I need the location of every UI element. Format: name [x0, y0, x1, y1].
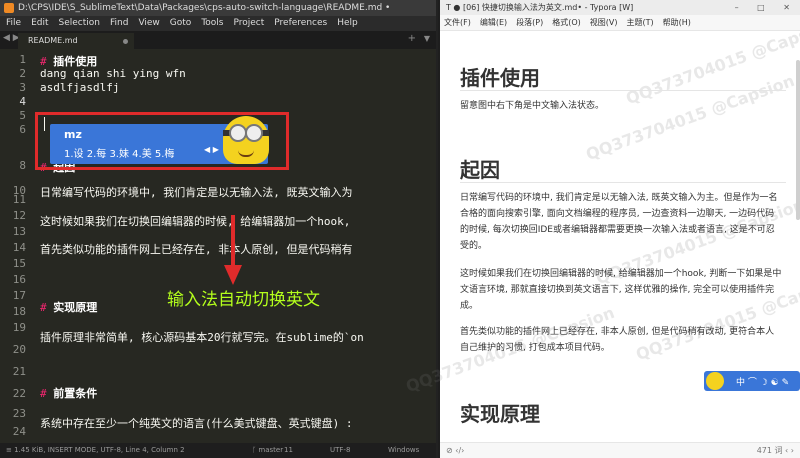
line-number: 14 [12, 241, 26, 254]
typora-status-bar: ⊘ ‹/› 471 词 ‹ › [440, 442, 800, 458]
menu-file[interactable]: File [6, 16, 21, 31]
sublime-title-bar: D:\CPS\IDE\S_SublimeText\Data\Packages\c… [0, 0, 436, 16]
sublime-window-title: D:\CPS\IDE\S_SublimeText\Data\Packages\c… [18, 3, 391, 13]
status-info: ≡ 1.45 KiB, INSERT MODE, UTF-8, Line 4, … [6, 446, 185, 454]
code-line: # 实现原理 [40, 299, 97, 315]
annotation-text: 输入法自动切换英文 [167, 290, 320, 310]
line-number-active: 4 [19, 95, 26, 108]
doc-paragraph: 首先类似功能的插件网上已经存在, 非本人原创, 但是代码稍有改动, 更符合本人自… [460, 327, 775, 353]
code-line: asdlfjasdlfj [40, 81, 120, 94]
heading-marker: # [40, 387, 47, 400]
typora-menu-theme[interactable]: 主题(T) [626, 15, 653, 30]
doc-paragraph: 日常编写代码的环境中, 我们肯定是以无输入法, 既英文输入为主。但是作为一名合格… [460, 193, 778, 251]
line-number: 23 [12, 407, 26, 420]
line-number: 2 [19, 67, 26, 80]
line-number: 24 [12, 425, 26, 438]
doc-heading: 实现原理 [460, 402, 540, 426]
typora-title-bar: T ● [06] 快捷切换输入法为英文.md• - Typora [W] – □… [440, 0, 800, 15]
minion-mascot-icon [223, 116, 269, 164]
menu-goto[interactable]: Goto [170, 16, 192, 31]
line-gutter: 1 2 3 4 5 6 8 10 11 12 13 14 15 16 17 18… [0, 49, 30, 441]
doc-paragraph: 这时候如果我们在切换回编辑器的时候, 给编辑器加一个hook, 判断一下如果是中… [460, 269, 782, 311]
line-number: 15 [12, 257, 26, 270]
doc-heading: 起因 [460, 158, 500, 182]
line-number: 16 [12, 273, 26, 286]
line-number: 6 [19, 123, 26, 136]
heading-rule [460, 182, 786, 183]
line-number: 8 [19, 159, 26, 172]
line-number: 19 [12, 321, 26, 334]
heading-marker: # [40, 301, 47, 314]
sublime-window: D:\CPS\IDE\S_SublimeText\Data\Packages\c… [0, 0, 436, 458]
doc-paragraph: 留意图中右下角是中文输入法状态。 [460, 101, 605, 111]
status-line-endings[interactable]: Windows [388, 443, 419, 458]
menu-preferences[interactable]: Preferences [274, 16, 327, 31]
tab-list-icon[interactable]: ▼ [424, 34, 430, 43]
ime-status-icons[interactable]: 中 ⌒ ☽ ☯ ✎ [736, 375, 789, 388]
code-line: 系统中存在至少一个纯英文的语言(什么美式键盘、英式键盘) : [40, 417, 353, 430]
doc-heading: 插件使用 [460, 66, 540, 90]
typora-menu-edit[interactable]: 编辑(E) [480, 15, 507, 30]
heading-text: 前置条件 [46, 387, 98, 400]
typora-menu-bar: 文件(F) 编辑(E) 段落(P) 格式(O) 视图(V) 主题(T) 帮助(H… [440, 15, 800, 31]
window-controls-icon[interactable]: – □ ✕ [735, 0, 798, 15]
tab-label: README.md [28, 36, 78, 45]
code-line: 插件原理非常简单, 核心源码基本20行就写完。在sublime的`on [40, 331, 364, 344]
line-number: 20 [12, 343, 26, 356]
new-tab-icon[interactable]: + [408, 33, 416, 44]
menu-edit[interactable]: Edit [31, 16, 48, 31]
ime-status-bar[interactable]: 中 ⌒ ☽ ☯ ✎ [704, 371, 800, 391]
typora-menu-view[interactable]: 视图(V) [590, 15, 618, 30]
line-number: 11 [12, 193, 26, 206]
typora-menu-format[interactable]: 格式(O) [552, 15, 581, 30]
menu-help[interactable]: Help [337, 16, 358, 31]
line-number: 5 [19, 109, 26, 122]
tab-bar: ◀ ▶ README.md + ▼ [0, 31, 436, 49]
source-mode-icon[interactable]: ⊘ ‹/› [446, 443, 464, 458]
red-arrow-icon [224, 215, 242, 285]
code-line: # 前置条件 [40, 385, 97, 401]
menu-tools[interactable]: Tools [201, 16, 223, 31]
code-line: dang qian shi ying wfn [40, 67, 186, 80]
code-line: 这时候如果我们在切换回编辑器的时候, 给编辑器加一个hook, [40, 215, 351, 228]
unsaved-dot-icon[interactable] [123, 39, 128, 44]
status-encoding[interactable]: UTF-8 [330, 443, 350, 458]
ime-pager-icon[interactable]: ◀ ▶ [204, 145, 219, 154]
git-branch[interactable]: ᚴ master [252, 443, 283, 458]
typora-menu-help[interactable]: 帮助(H) [663, 15, 691, 30]
code-editor[interactable]: 1 2 3 4 5 6 8 10 11 12 13 14 15 16 17 18… [0, 49, 436, 441]
menu-view[interactable]: View [138, 16, 159, 31]
line-number: 18 [12, 305, 26, 318]
menu-project[interactable]: Project [233, 16, 264, 31]
word-count[interactable]: 471 词 ‹ › [757, 443, 794, 458]
scrollbar[interactable] [796, 60, 800, 220]
heading-rule [460, 90, 786, 91]
sublime-menu-bar: File Edit Selection Find View Goto Tools… [0, 16, 436, 31]
git-count: 11 [284, 446, 293, 454]
typora-menu-paragraph[interactable]: 段落(P) [516, 15, 543, 30]
line-number: 21 [12, 365, 26, 378]
menu-find[interactable]: Find [110, 16, 128, 31]
tab-readme[interactable]: README.md [18, 33, 134, 49]
line-number: 3 [19, 81, 26, 94]
line-number: 22 [12, 387, 26, 400]
line-number: 13 [12, 225, 26, 238]
typora-window-title: T ● [06] 快捷切换输入法为英文.md• - Typora [W] [446, 3, 634, 12]
ime-composition: mz [64, 128, 82, 141]
line-number: 12 [12, 209, 26, 222]
ime-candidates[interactable]: 1.设 2.每 3.妹 4.美 5.梅 [64, 145, 174, 160]
minion-small-icon [706, 372, 724, 390]
code-line: 日常编写代码的环境中, 我们肯定是以无输入法, 既英文输入为 [40, 186, 353, 199]
line-number: 1 [19, 53, 26, 66]
sublime-status-bar: ≡ 1.45 KiB, INSERT MODE, UTF-8, Line 4, … [0, 443, 436, 458]
sublime-app-icon [4, 3, 14, 13]
typora-menu-file[interactable]: 文件(F) [444, 15, 471, 30]
line-number: 17 [12, 289, 26, 302]
menu-selection[interactable]: Selection [59, 16, 100, 31]
heading-text: 实现原理 [46, 301, 98, 314]
code-line: 首先类似功能的插件网上已经存在, 非本人原创, 但是代码稍有 [40, 243, 353, 256]
